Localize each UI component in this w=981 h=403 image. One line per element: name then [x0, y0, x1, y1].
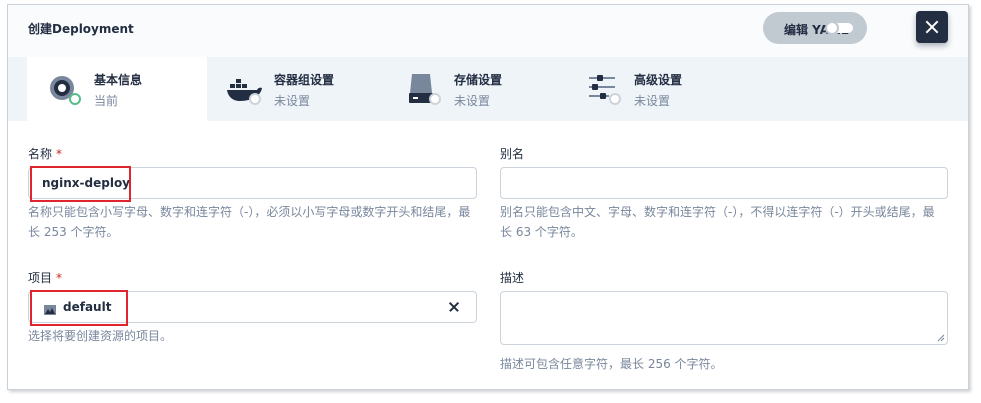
create-deployment-dialog: 创建Deployment 编辑 YAML 基本信息 当前 容器组设置 未设置 存… [7, 4, 969, 390]
required-mark: * [56, 271, 63, 285]
tab-status: 未设置 [454, 94, 491, 108]
tab-basic-info[interactable]: 基本信息 当前 [27, 57, 207, 121]
edit-yaml-toggle[interactable]: 编辑 YAML [763, 12, 867, 44]
alias-hint-line: 长 63 个字符。 [500, 225, 583, 239]
name-label-text: 名称 [28, 147, 53, 161]
required-mark: * [56, 147, 63, 161]
alias-input[interactable] [500, 167, 948, 199]
basic-info-icon [45, 71, 85, 107]
docker-icon [225, 71, 265, 107]
tab-status: 未设置 [634, 94, 671, 108]
project-hint: 选择将要创建资源的项目。 [28, 329, 173, 343]
resize-grip-icon[interactable] [937, 334, 945, 342]
tab-title: 存储设置 [454, 73, 503, 87]
project-label-text: 项目 [28, 271, 53, 285]
project-label: 项目 * [28, 269, 62, 286]
tab-title: 容器组设置 [274, 73, 335, 87]
clear-icon[interactable] [448, 300, 462, 314]
alias-hint-line: 别名只能包含中文、字母、数字和连字符（-），不得以连字符（-）开头或结尾，最 [500, 205, 935, 219]
highlight-box [30, 166, 131, 202]
name-hint-line: 长 253 个字符。 [28, 225, 119, 239]
tab-title: 基本信息 [94, 73, 143, 87]
tab-title: 高级设置 [634, 73, 683, 87]
alias-hint: 别名只能包含中文、字母、数字和连字符（-），不得以连字符（-）开头或结尾，最 长… [500, 202, 960, 242]
toggle-knob [825, 21, 839, 35]
name-label: 名称 * [28, 145, 62, 162]
tab-container-settings[interactable]: 容器组设置 未设置 [207, 57, 387, 121]
description-label: 描述 [500, 271, 525, 285]
name-hint: 名称只能包含小写字母、数字和连字符（-），必须以小写字母或数字开头和结尾，最 长… [28, 202, 488, 242]
tab-storage-settings[interactable]: 存储设置 未设置 [387, 57, 567, 121]
tab-status: 未设置 [274, 94, 311, 108]
highlight-box [30, 290, 128, 326]
name-hint-line: 名称只能包含小写字母、数字和连字符（-），必须以小写字母或数字开头和结尾，最 [28, 205, 471, 219]
description-hint: 描述可包含任意字符，最长 256 个字符。 [500, 357, 723, 371]
step-tabs: 基本信息 当前 容器组设置 未设置 存储设置 未设置 高级设置 未设置 [8, 57, 968, 121]
alias-label: 别名 [500, 147, 525, 161]
description-textarea[interactable] [500, 291, 948, 345]
dialog-title: 创建Deployment [28, 22, 134, 36]
tab-status: 当前 [94, 94, 119, 108]
close-button[interactable] [916, 11, 948, 43]
storage-icon [405, 71, 445, 107]
dialog-header: 创建Deployment 编辑 YAML [8, 5, 968, 57]
tab-advanced-settings[interactable]: 高级设置 未设置 [567, 57, 747, 121]
sliders-icon [585, 71, 625, 107]
